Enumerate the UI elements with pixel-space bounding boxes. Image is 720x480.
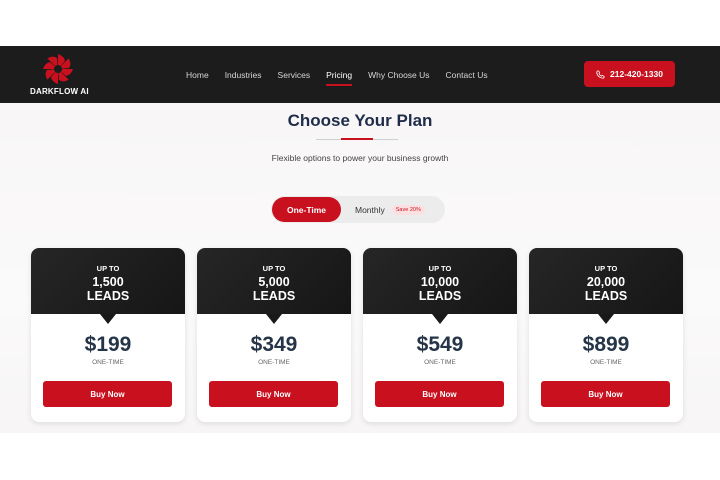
plan-lead-count: 20,000 <box>586 275 626 289</box>
plan-lead-unit: LEADS <box>418 289 462 303</box>
nav-link-home[interactable]: Home <box>186 70 209 80</box>
nav-menu: Home Industries Services Pricing Why Cho… <box>186 46 504 103</box>
nav-link-contact-us[interactable]: Contact Us <box>446 70 488 80</box>
nav-link-why-choose-us[interactable]: Why Choose Us <box>368 70 429 80</box>
plan-period: ONE-TIME <box>424 359 456 366</box>
plan-price: $199 <box>84 333 132 356</box>
pricing-title: Choose Your Plan <box>287 111 433 130</box>
plan-period: ONE-TIME <box>590 359 622 366</box>
plan-card-header: UP TO 10,000 LEADS <box>363 248 517 324</box>
nav-link-services[interactable]: Services <box>278 70 311 80</box>
toggle-monthly[interactable]: Monthly Save 20% <box>355 196 425 223</box>
plan-price: $549 <box>416 333 464 356</box>
plan-price: $899 <box>582 333 630 356</box>
phone-icon <box>596 69 605 79</box>
buy-now-button[interactable]: Buy Now <box>209 381 338 407</box>
plan-period: ONE-TIME <box>92 359 124 366</box>
plan-up-to: UP TO <box>428 264 452 273</box>
phone-number: 212-420-1330 <box>610 69 663 79</box>
plan-card-1500: UP TO 1,500 LEADS $199 ONE-TIME Buy Now <box>31 248 185 422</box>
plan-lead-unit: LEADS <box>252 289 296 303</box>
nav-link-pricing[interactable]: Pricing <box>326 70 352 86</box>
buy-now-button[interactable]: Buy Now <box>541 381 670 407</box>
plan-period: ONE-TIME <box>258 359 290 366</box>
plan-lead-count: 1,500 <box>92 275 124 289</box>
plan-card-header: UP TO 20,000 LEADS <box>529 248 683 324</box>
plan-up-to: UP TO <box>262 264 286 273</box>
plan-lead-unit: LEADS <box>584 289 628 303</box>
title-divider-accent <box>341 138 373 140</box>
page: DARKFLOW AI Home Industries Services Pri… <box>0 0 720 480</box>
plan-card-10000: UP TO 10,000 LEADS $549 ONE-TIME Buy Now <box>363 248 517 422</box>
plan-card-header: UP TO 5,000 LEADS <box>197 248 351 324</box>
pricing-subtitle: Flexible options to power your business … <box>271 153 449 163</box>
brand-name: DARKFLOW AI <box>30 87 89 96</box>
plan-card-20000: UP TO 20,000 LEADS $899 ONE-TIME Buy Now <box>529 248 683 422</box>
plan-price: $349 <box>250 333 298 356</box>
save-badge: Save 20% <box>391 204 425 215</box>
plan-up-to: UP TO <box>96 264 120 273</box>
navbar: DARKFLOW AI Home Industries Services Pri… <box>0 46 720 103</box>
toggle-monthly-label: Monthly <box>355 204 385 215</box>
phone-call-button[interactable]: 212-420-1330 <box>584 61 675 87</box>
plan-up-to: UP TO <box>594 264 618 273</box>
pricing-section: Choose Your Plan Flexible options to pow… <box>0 103 720 433</box>
plan-card-5000: UP TO 5,000 LEADS $349 ONE-TIME Buy Now <box>197 248 351 422</box>
spiral-swirl-icon <box>43 54 73 84</box>
toggle-one-time[interactable]: One-Time <box>272 197 341 222</box>
plan-card-header: UP TO 1,500 LEADS <box>31 248 185 324</box>
plan-lead-count: 10,000 <box>420 275 460 289</box>
billing-toggle: One-Time Monthly Save 20% <box>271 196 445 223</box>
buy-now-button[interactable]: Buy Now <box>43 381 172 407</box>
plan-lead-unit: LEADS <box>86 289 130 303</box>
buy-now-button[interactable]: Buy Now <box>375 381 504 407</box>
nav-link-industries[interactable]: Industries <box>225 70 262 80</box>
brand-logo[interactable]: DARKFLOW AI <box>30 52 89 98</box>
plan-lead-count: 5,000 <box>258 275 290 289</box>
